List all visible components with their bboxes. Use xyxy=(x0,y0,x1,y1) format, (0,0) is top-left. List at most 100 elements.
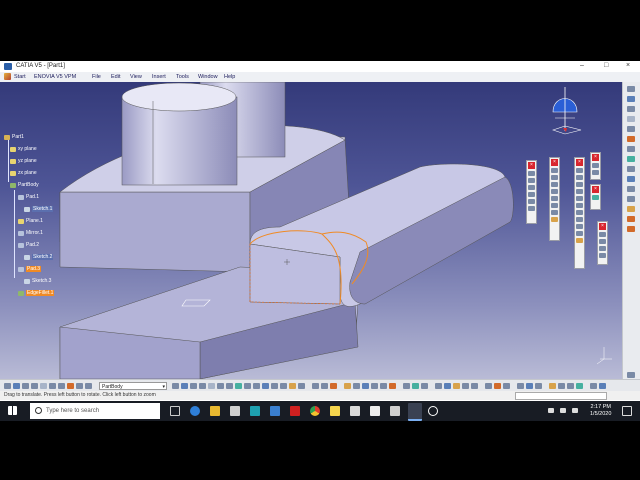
toolbar-icon[interactable] xyxy=(190,383,197,389)
volume-icon[interactable] xyxy=(572,408,578,413)
toolbar-icon[interactable] xyxy=(172,383,179,389)
file-explorer-icon[interactable] xyxy=(210,406,220,416)
toolbar-icon[interactable] xyxy=(22,383,29,389)
toolbar-icon[interactable] xyxy=(517,383,524,389)
toolbar-icon[interactable] xyxy=(627,186,635,192)
toolbar-icon[interactable] xyxy=(535,383,542,389)
tree-node-sketch3[interactable]: Sketch.3 xyxy=(24,278,51,284)
tree-node-mirror1[interactable]: Mirror.1 xyxy=(18,230,43,236)
toolbar-icon[interactable] xyxy=(371,383,378,389)
close-icon[interactable]: × xyxy=(592,186,599,193)
toolbar-icon[interactable] xyxy=(389,383,396,389)
toolbar-icon[interactable] xyxy=(576,383,583,389)
l-app-icon[interactable] xyxy=(250,406,260,416)
tree-node-pad3[interactable]: Pad.3 xyxy=(18,266,42,272)
toolbar-icon[interactable] xyxy=(627,216,635,222)
task-view-icon[interactable] xyxy=(170,406,180,416)
toolbar-icon[interactable] xyxy=(599,383,606,389)
menu-tools[interactable]: Tools xyxy=(176,74,189,80)
body-select[interactable]: PartBody ▾ xyxy=(99,382,167,390)
menu-view[interactable]: View xyxy=(130,74,142,80)
floating-toolbar-3[interactable]: × xyxy=(574,157,585,269)
toolbar-icon[interactable] xyxy=(312,383,319,389)
toolbar-icon[interactable] xyxy=(627,136,635,142)
3d-viewport[interactable]: × × × × × × Part1 xy plane yz plane zx p… xyxy=(0,82,622,379)
toolbar-icon[interactable] xyxy=(627,196,635,202)
toolbar-icon[interactable] xyxy=(58,383,65,389)
tree-node-partbody[interactable]: PartBody xyxy=(10,182,39,188)
tree-node-zx-plane[interactable]: zx plane xyxy=(10,170,37,176)
toolbar-icon[interactable] xyxy=(421,383,428,389)
toolbar-icon[interactable] xyxy=(627,116,635,122)
close-icon[interactable]: × xyxy=(592,154,599,161)
tray-icon[interactable] xyxy=(548,408,554,413)
toolbar-icon[interactable] xyxy=(444,383,451,389)
menu-enovia[interactable]: ENOVIA V5 VPM xyxy=(34,74,76,80)
tree-node-pad1[interactable]: Pad.1 xyxy=(18,194,39,200)
toolbar-icon[interactable] xyxy=(362,383,369,389)
toolbar-icon[interactable] xyxy=(271,383,278,389)
menu-insert[interactable]: Insert xyxy=(152,74,166,80)
tree-node-sketch1[interactable]: Sketch.1 xyxy=(24,206,54,212)
toolbar-icon[interactable] xyxy=(590,383,597,389)
clock[interactable]: 2:17 PM 1/5/2020 xyxy=(590,404,611,418)
toolbar-icon[interactable] xyxy=(353,383,360,389)
toolbar-icon[interactable] xyxy=(344,383,351,389)
tree-node-plane1[interactable]: Plane.1 xyxy=(18,218,43,224)
menu-edit[interactable]: Edit xyxy=(111,74,120,80)
toolbar-icon[interactable] xyxy=(13,383,20,389)
toolbar-icon[interactable] xyxy=(627,126,635,132)
toolbar-icon[interactable] xyxy=(298,383,305,389)
tree-node-xy-plane[interactable]: xy plane xyxy=(10,146,37,152)
toolbar-icon[interactable] xyxy=(627,206,635,212)
toolbar-icon[interactable] xyxy=(462,383,469,389)
app-icon[interactable] xyxy=(390,406,400,416)
toolbar-icon[interactable] xyxy=(321,383,328,389)
command-input[interactable] xyxy=(515,392,607,400)
tree-node-yz-plane[interactable]: yz plane xyxy=(10,158,37,164)
toolbar-icon[interactable] xyxy=(217,383,224,389)
toolbar-icon[interactable] xyxy=(627,96,635,102)
floating-toolbar-2[interactable]: × xyxy=(549,157,560,241)
close-button[interactable]: × xyxy=(626,62,630,69)
toolbar-icon[interactable] xyxy=(412,383,419,389)
start-menu-icon[interactable] xyxy=(4,73,11,80)
toolbar-icon[interactable] xyxy=(627,176,635,182)
floating-toolbar-4[interactable]: × xyxy=(590,152,601,180)
toolbar-icon[interactable] xyxy=(558,383,565,389)
close-icon[interactable]: × xyxy=(599,223,606,230)
toolbar-icon[interactable] xyxy=(244,383,251,389)
toolbar-icon[interactable] xyxy=(330,383,337,389)
toolbar-icon[interactable] xyxy=(208,383,215,389)
maximize-button[interactable]: □ xyxy=(604,62,608,69)
toolbar-icon[interactable] xyxy=(627,106,635,112)
close-icon[interactable]: × xyxy=(576,159,583,166)
floating-toolbar-1[interactable]: × xyxy=(526,160,537,224)
tree-node-sketch2[interactable]: Sketch.2 xyxy=(24,254,54,260)
toolbar-icon[interactable] xyxy=(76,383,83,389)
compass-icon[interactable] xyxy=(552,87,582,135)
toolbar-icon[interactable] xyxy=(380,383,387,389)
toolbar-icon[interactable] xyxy=(280,383,287,389)
toolbar-icon[interactable] xyxy=(471,383,478,389)
floating-toolbar-5[interactable]: × xyxy=(590,184,601,210)
toolbar-icon[interactable] xyxy=(49,383,56,389)
search-box[interactable]: Type here to search xyxy=(30,403,160,419)
calculator-icon[interactable] xyxy=(350,406,360,416)
toolbar-icon[interactable] xyxy=(67,383,74,389)
catia-icon[interactable] xyxy=(408,403,422,421)
notification-icon[interactable] xyxy=(622,406,632,416)
toolbar-icon[interactable] xyxy=(403,383,410,389)
toolbar-icon[interactable] xyxy=(485,383,492,389)
tree-node-part1[interactable]: Part1 xyxy=(4,134,24,140)
toolbar-icon[interactable] xyxy=(253,383,260,389)
close-icon[interactable]: × xyxy=(528,162,535,169)
minimize-button[interactable]: – xyxy=(580,62,584,69)
mail-icon[interactable] xyxy=(270,406,280,416)
toolbar-icon[interactable] xyxy=(199,383,206,389)
menu-window[interactable]: Window xyxy=(198,74,218,80)
toolbar-icon[interactable] xyxy=(627,166,635,172)
toolbar-icon[interactable] xyxy=(40,383,47,389)
sticky-notes-icon[interactable] xyxy=(330,406,340,416)
toolbar-icon[interactable] xyxy=(31,383,38,389)
